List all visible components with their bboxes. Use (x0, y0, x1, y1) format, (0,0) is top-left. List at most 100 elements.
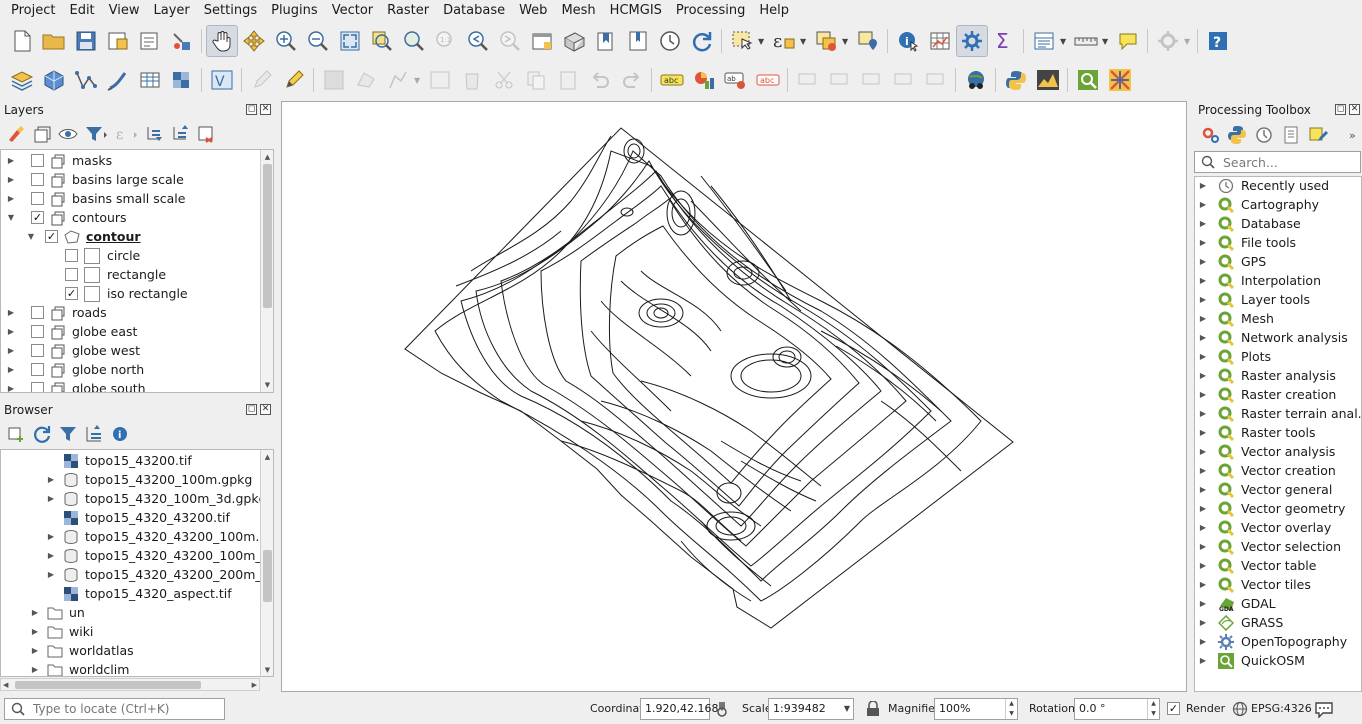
collapse-arrow-icon[interactable]: ▼ (5, 213, 17, 222)
layer-checkbox[interactable] (31, 173, 44, 186)
crs-label[interactable]: EPSG:4326 (1251, 702, 1312, 715)
browser-item[interactable]: ▶ topo15_4320_43200_100m.gpkg (1, 527, 273, 546)
expand-arrow-icon[interactable]: ▶ (45, 532, 57, 541)
layer-row-basins-small-scale[interactable]: ▶ basins small scale (1, 189, 185, 208)
toolbox-group-file-tools[interactable]: ▶ File tools (1196, 233, 1296, 252)
expand-arrow-icon[interactable]: ▶ (45, 475, 57, 484)
cut-features-button[interactable] (488, 64, 520, 96)
menu-settings[interactable]: Settings (197, 0, 264, 22)
scroll-thumb[interactable] (15, 681, 201, 689)
rule-row-circle[interactable]: circle (1, 246, 140, 265)
add-selected-layers-icon[interactable] (6, 424, 26, 444)
copy-features-button[interactable] (520, 64, 552, 96)
select-by-expression-button[interactable]: ε (768, 25, 800, 57)
layer-checkbox[interactable]: ✓ (45, 230, 58, 243)
menu-web[interactable]: Web (512, 0, 554, 22)
layer-checkbox[interactable] (31, 382, 44, 392)
temporal-controller-button[interactable] (654, 25, 686, 57)
expand-arrow-icon[interactable]: ▶ (1196, 447, 1210, 456)
zoom-out-button[interactable] (302, 25, 334, 57)
scripts-icon[interactable] (1227, 125, 1247, 145)
expand-arrow-icon[interactable]: ▶ (1196, 542, 1210, 551)
scale-combo[interactable]: 1:939482 ▼ (768, 698, 854, 720)
toolbox-group-raster-tools[interactable]: ▶ Raster tools (1196, 423, 1315, 442)
crs-globe-icon[interactable] (1232, 701, 1248, 717)
menu-plugins[interactable]: Plugins (264, 0, 325, 22)
rule-checkbox[interactable]: ✓ (65, 287, 78, 300)
browser-item[interactable]: topo15_43200.tif (1, 451, 192, 470)
open-project-button[interactable] (38, 25, 70, 57)
spatial-bookmark-button[interactable] (590, 25, 622, 57)
layer-diagram-button[interactable] (688, 64, 720, 96)
browser-item[interactable]: ▶ topo15_4320_43200_200m_poly (1, 565, 273, 584)
edit-features-inplace-icon[interactable] (1308, 125, 1328, 145)
expand-arrow-icon[interactable]: ▶ (1196, 314, 1210, 323)
add-vector-layer-button[interactable] (70, 64, 102, 96)
layer-checkbox[interactable]: ✓ (31, 211, 44, 224)
expand-arrow-icon[interactable]: ▶ (1196, 390, 1210, 399)
toolbox-group-vector-overlay[interactable]: ▶ Vector overlay (1196, 518, 1331, 537)
save-project-button[interactable] (70, 25, 102, 57)
statistics-button[interactable]: Σ (988, 25, 1020, 57)
toolbox-group-vector-tiles[interactable]: ▶ Vector tiles (1196, 575, 1311, 594)
float-panel-button[interactable]: ◻ (1335, 104, 1346, 115)
browser-item[interactable]: ▶ topo15_4320_100m_3d.gpkg (1, 489, 267, 508)
layer-row-globe-north[interactable]: ▶ globe north (1, 360, 144, 379)
new-3d-map-button[interactable] (558, 25, 590, 57)
hcmgis-button[interactable] (1104, 64, 1136, 96)
layer-checkbox[interactable] (31, 344, 44, 357)
results-viewer-icon[interactable] (1281, 125, 1301, 145)
history-icon[interactable] (1254, 125, 1274, 145)
toolbox-group-recently-used[interactable]: ▶ Recently used (1196, 176, 1329, 195)
layer-checkbox[interactable] (31, 192, 44, 205)
menu-project[interactable]: Project (4, 0, 62, 22)
close-panel-button[interactable]: ✕ (260, 404, 271, 415)
rule-row-iso-rectangle[interactable]: ✓ iso rectangle (1, 284, 188, 303)
select-features-button[interactable] (726, 25, 758, 57)
highlight-pinned-labels-button[interactable]: ab (720, 64, 752, 96)
toolbox-group-raster-terrain-anal[interactable]: ▶ Raster terrain anal... (1196, 404, 1362, 423)
filter-icon[interactable] (58, 424, 78, 444)
magnifier-spinbox[interactable]: 100% ▲ ▼ (934, 698, 1018, 720)
expand-arrow-icon[interactable]: ▶ (1196, 219, 1210, 228)
redo-button[interactable] (616, 64, 648, 96)
layer-checkbox[interactable] (31, 306, 44, 319)
expand-arrow-icon[interactable]: ▶ (1196, 295, 1210, 304)
layer-row-contours[interactable]: ▼ ✓ contours (1, 208, 127, 227)
save-edits-button[interactable] (318, 64, 350, 96)
toolbox-group-gdal[interactable]: ▶ GDAL GDAL (1196, 594, 1276, 613)
browser-folder[interactable]: ▶ wiki (1, 622, 94, 641)
lock-icon[interactable] (866, 701, 880, 717)
attribute-table-button[interactable] (924, 25, 956, 57)
layout-manager-button[interactable] (134, 25, 166, 57)
layer-row-basins-large-scale[interactable]: ▶ basins large scale (1, 170, 184, 189)
collapse-all-icon[interactable] (84, 424, 104, 444)
toolbox-group-vector-table[interactable]: ▶ Vector table (1196, 556, 1316, 575)
zoom-layer-button[interactable] (398, 25, 430, 57)
toolbox-group-quickosm[interactable]: ▶ QuickOSM (1196, 651, 1305, 670)
coordinate-field[interactable]: 1.920,42.168 (640, 698, 718, 720)
toolbox-group-grass[interactable]: ▶ GRASS (1196, 613, 1283, 632)
layer-row-globe-south[interactable]: ▶ globe south (1, 379, 146, 392)
menu-edit[interactable]: Edit (62, 0, 101, 22)
select-by-location-button[interactable] (852, 25, 884, 57)
toolbox-group-mesh[interactable]: ▶ Mesh (1196, 309, 1274, 328)
expand-arrow-icon[interactable]: ▶ (1196, 599, 1210, 608)
toolbox-group-opentopography[interactable]: ▶ OpenTopography (1196, 632, 1347, 651)
expand-arrow-icon[interactable]: ▶ (1196, 618, 1210, 627)
menu-mesh[interactable]: Mesh (554, 0, 602, 22)
open-field-calculator-button[interactable] (1028, 25, 1060, 57)
filter-expression-icon[interactable]: ε (114, 124, 140, 144)
expand-arrow-icon[interactable]: ▶ (1196, 637, 1210, 646)
layer-row-masks[interactable]: ▶ masks (1, 151, 112, 170)
identify-features-button[interactable]: i (892, 25, 924, 57)
show-hide-labels-button[interactable] (824, 64, 856, 96)
toolbox-group-gps[interactable]: ▶ GPS (1196, 252, 1266, 271)
menu-hcmgis[interactable]: HCMGIS (603, 0, 669, 22)
browser-item[interactable]: ▶ topo15_43200_100m.gpkg (1, 470, 252, 489)
expand-arrow-icon[interactable]: ▶ (5, 365, 17, 374)
expand-arrow-icon[interactable]: ▶ (45, 494, 57, 503)
gear-settings-button[interactable] (1152, 25, 1184, 57)
locator-bar[interactable] (4, 698, 225, 720)
expand-arrow-icon[interactable]: ▶ (45, 551, 57, 560)
